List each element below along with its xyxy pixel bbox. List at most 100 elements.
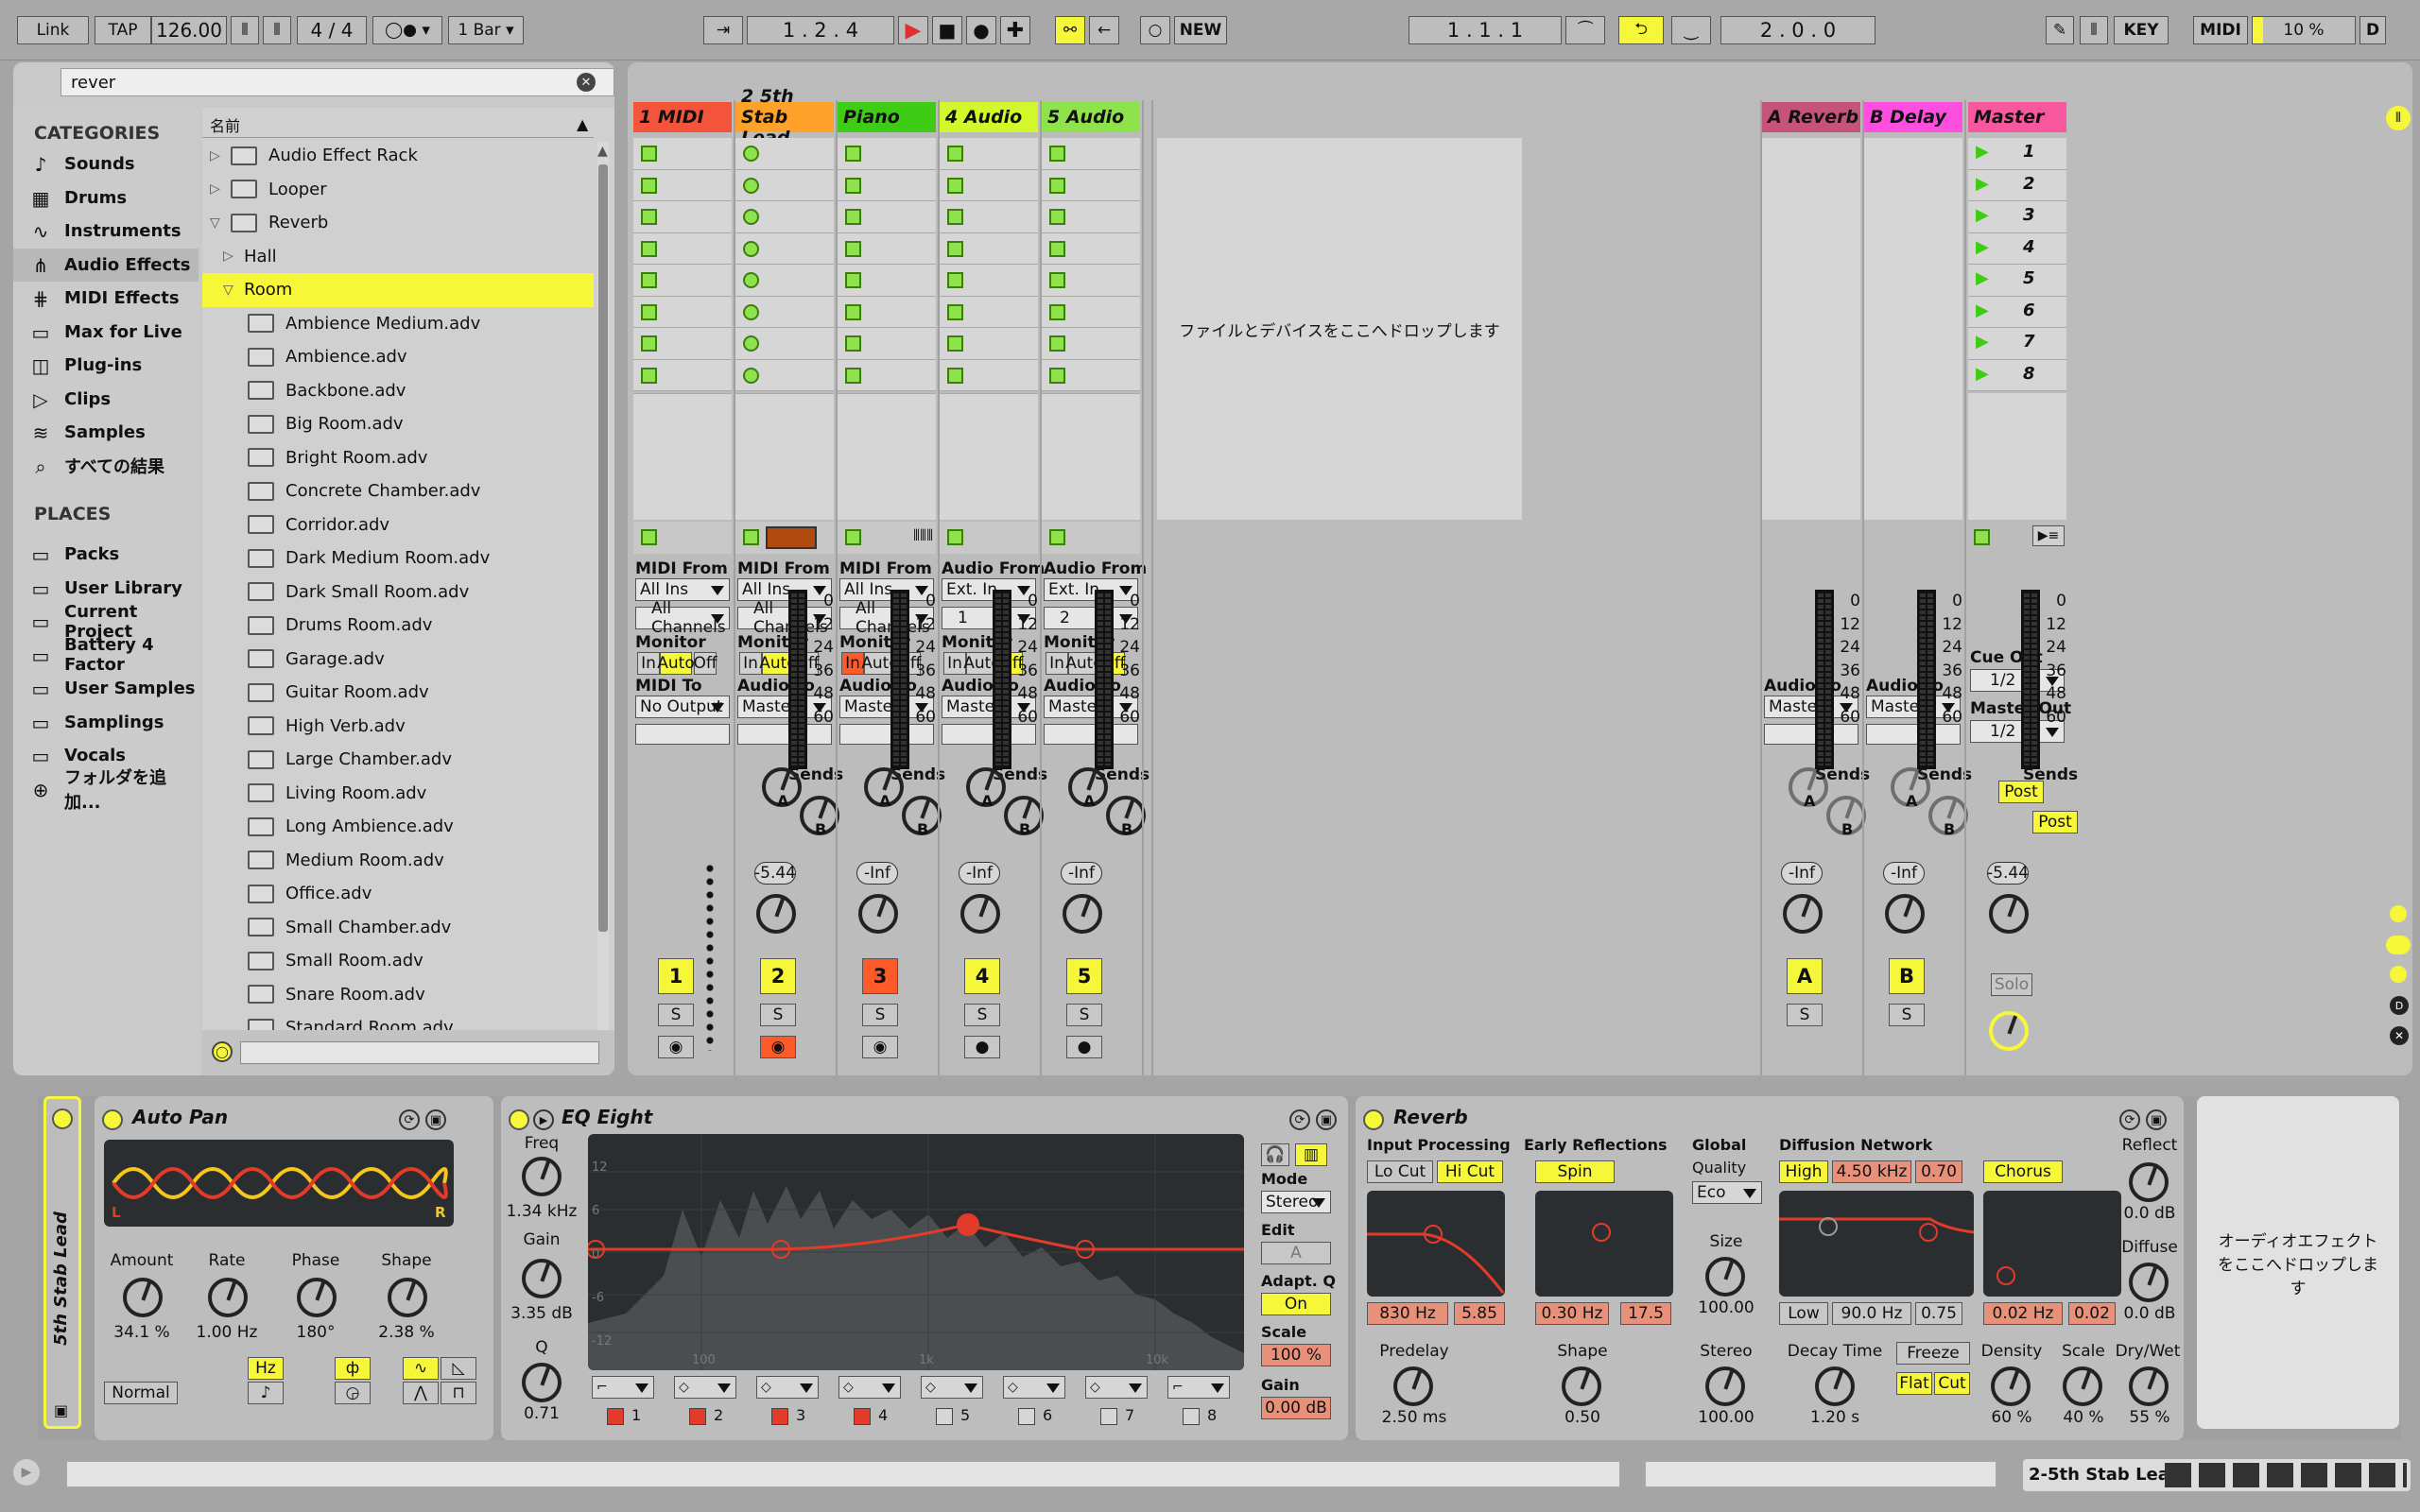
master-pan-knob[interactable] xyxy=(1989,894,2029,934)
stop-clips-icon[interactable] xyxy=(947,529,963,545)
scene-launch-icon[interactable]: ▶ xyxy=(1976,142,1989,162)
chorus-amount-value[interactable]: 0.02 xyxy=(2068,1302,2116,1325)
clip-stop-icon[interactable] xyxy=(845,303,861,320)
solo-button[interactable]: S xyxy=(1889,1004,1925,1026)
preset-row[interactable]: Large Chamber.adv xyxy=(202,743,594,777)
clip-slot[interactable] xyxy=(633,232,732,265)
preset-row[interactable]: Big Room.adv xyxy=(202,407,594,441)
place-item[interactable]: ▭ Current Project xyxy=(13,602,199,642)
reverb-power-icon[interactable] xyxy=(1363,1109,1384,1130)
clip-slot[interactable] xyxy=(633,169,732,201)
input-q-value[interactable]: 5.85 xyxy=(1454,1302,1505,1325)
scene-slot[interactable]: ▶ 4 xyxy=(1968,232,2066,265)
output-channel-field[interactable] xyxy=(839,724,934,745)
clip-stop-icon[interactable] xyxy=(641,240,657,257)
place-item[interactable]: ▭ Samplings xyxy=(13,706,199,740)
preset-row[interactable]: Corridor.adv xyxy=(202,508,594,542)
clip-stop-icon[interactable] xyxy=(1049,146,1065,162)
clip-stop-icon[interactable] xyxy=(947,146,963,162)
solo-button[interactable]: S xyxy=(1787,1004,1823,1026)
clip-stop-icon[interactable] xyxy=(845,209,861,225)
shape-knob[interactable] xyxy=(388,1278,427,1317)
autopan-save-icon[interactable]: ▣ xyxy=(425,1109,446,1130)
stop-clips-icon[interactable] xyxy=(1049,529,1065,545)
preset-row[interactable]: Long Ambience.adv xyxy=(202,810,594,844)
output-select[interactable]: No Output xyxy=(635,696,730,718)
expand-icon[interactable]: ▷ xyxy=(210,148,231,163)
automation-arm-icon[interactable]: ⚯ xyxy=(1055,16,1085,44)
draw-mode-icon[interactable]: ✎ xyxy=(2046,16,2074,44)
output-channel-field[interactable] xyxy=(635,724,730,745)
preset-row[interactable]: Living Room.adv xyxy=(202,777,594,811)
clip-stop-icon[interactable] xyxy=(1049,367,1065,384)
place-item[interactable]: ▭ Packs xyxy=(13,538,199,572)
place-item[interactable]: ▭ Battery 4 Factor xyxy=(13,635,199,675)
track-activator-button[interactable]: 4 xyxy=(964,958,1000,994)
preset-row[interactable]: Ambience.adv xyxy=(202,340,594,374)
delay-compensation-icon[interactable]: D xyxy=(2390,996,2409,1015)
clip-slot[interactable] xyxy=(633,138,732,170)
play-icon[interactable]: ▶ xyxy=(898,16,928,44)
input-type-select[interactable]: All Ins xyxy=(635,578,730,601)
autopan-power-icon[interactable] xyxy=(102,1109,123,1130)
arm-icon[interactable]: ● xyxy=(1066,1036,1102,1058)
category-item[interactable]: ∿ Instruments xyxy=(13,215,199,249)
autopan-hotswap-icon[interactable]: ⟳ xyxy=(399,1109,420,1130)
clip-record-icon[interactable] xyxy=(743,209,759,225)
scale-value[interactable]: 40 % xyxy=(2046,1408,2121,1427)
stereo-knob[interactable] xyxy=(1705,1366,1745,1406)
preset-row[interactable]: Bright Room.adv xyxy=(202,441,594,475)
scene-launch-icon[interactable]: ▶ xyxy=(1976,364,1989,384)
size-knob[interactable] xyxy=(1705,1257,1745,1297)
reflect-value[interactable]: 0.0 dB xyxy=(2112,1204,2184,1223)
category-item[interactable]: ◫ Plug-ins xyxy=(13,349,199,383)
master-solo-button[interactable]: Solo xyxy=(1991,973,2032,996)
stop-all-clips-icon[interactable] xyxy=(1974,529,1990,545)
name-column-header[interactable]: 名前 xyxy=(202,108,594,138)
expand-icon[interactable]: ▽ xyxy=(210,215,231,231)
clip-stop-icon[interactable] xyxy=(947,272,963,288)
eq-analyzer-icon[interactable]: ▥ xyxy=(1295,1143,1327,1166)
stop-clips-icon[interactable] xyxy=(743,529,759,545)
track-activator-button[interactable]: 3 xyxy=(862,958,898,994)
er-amount-value[interactable]: 17.5 xyxy=(1620,1302,1671,1325)
amount-value[interactable]: 34.1 % xyxy=(104,1323,180,1342)
folder-row[interactable]: ▽ Room xyxy=(202,273,594,307)
loop-length-field[interactable]: 2 . 0 . 0 xyxy=(1720,16,1876,44)
monitor-auto-button[interactable]: Auto xyxy=(657,652,695,675)
punch-in-icon[interactable]: ⏜ xyxy=(1565,16,1605,44)
clip-record-icon[interactable] xyxy=(743,240,759,257)
eq-audition-icon[interactable]: 🎧 xyxy=(1261,1143,1289,1166)
triangle-wave-icon[interactable]: ⋀ xyxy=(403,1382,439,1404)
stop-slot[interactable] xyxy=(940,522,1038,554)
preset-row[interactable]: Office.adv xyxy=(202,877,594,911)
tap-button[interactable]: TAP xyxy=(95,16,151,44)
device-overview-icon[interactable] xyxy=(2165,1463,2407,1487)
preview-icon[interactable]: ◯ xyxy=(212,1041,233,1062)
hicut-button[interactable]: Hi Cut xyxy=(1437,1160,1503,1183)
eq-expand-icon[interactable]: ▶ xyxy=(533,1109,554,1130)
band-enable-checkbox[interactable] xyxy=(936,1408,953,1425)
clip-slot[interactable] xyxy=(735,232,834,265)
clip-slot[interactable] xyxy=(1042,138,1140,170)
volume-value[interactable]: -Inf xyxy=(856,862,898,885)
clip-stop-icon[interactable] xyxy=(1049,209,1065,225)
clip-stop-icon[interactable] xyxy=(1049,240,1065,257)
folder-row[interactable]: ▽ Reverb xyxy=(202,206,594,240)
link-button[interactable]: Link xyxy=(17,16,89,44)
expand-icon[interactable]: ▷ xyxy=(210,181,231,197)
clip-slot[interactable] xyxy=(735,328,834,360)
preset-row[interactable]: Snare Room.adv xyxy=(202,978,594,1012)
clip-stop-icon[interactable] xyxy=(947,335,963,352)
file-list-scrollbar[interactable]: ▲ ▼ xyxy=(597,142,609,1068)
category-item[interactable]: ▦ Drums xyxy=(13,181,199,215)
pan-knob[interactable] xyxy=(1063,894,1102,934)
clip-stop-icon[interactable] xyxy=(641,209,657,225)
freq-value[interactable]: 1.34 kHz xyxy=(501,1202,582,1221)
clip-stop-icon[interactable] xyxy=(845,367,861,384)
clip-slot[interactable] xyxy=(940,296,1038,328)
clip-slot[interactable] xyxy=(940,328,1038,360)
clip-slot[interactable] xyxy=(735,201,834,233)
clip-slot[interactable] xyxy=(940,169,1038,201)
output-channel-field[interactable] xyxy=(1044,724,1138,745)
